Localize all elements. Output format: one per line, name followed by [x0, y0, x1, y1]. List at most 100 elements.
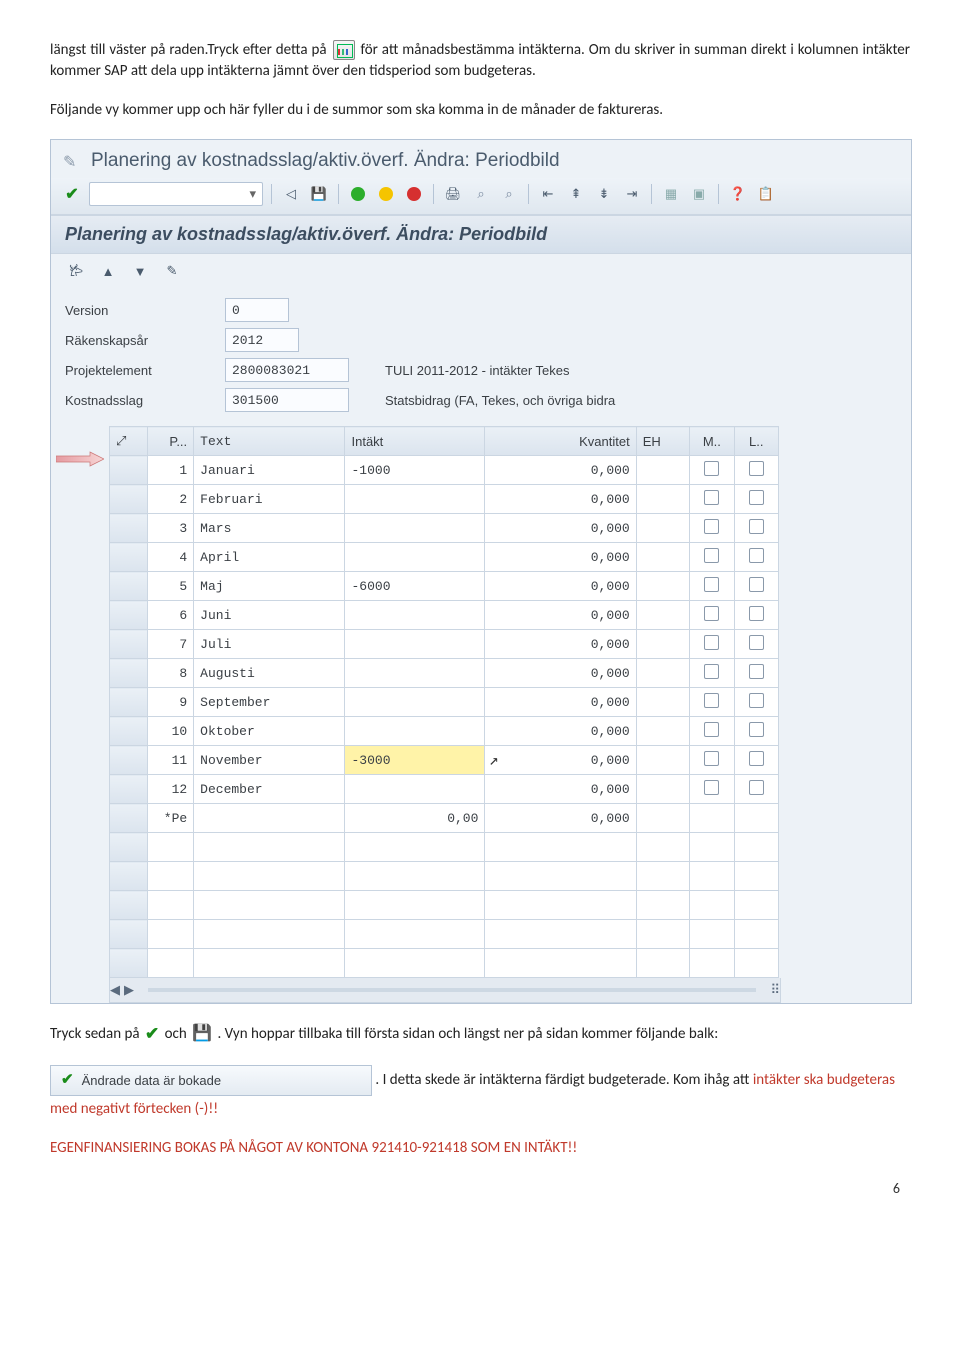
row-select[interactable] [110, 485, 148, 514]
table-row[interactable]: 9September0,000 [110, 688, 779, 717]
checkbox-icon[interactable] [749, 693, 764, 708]
checkbox-icon[interactable] [704, 548, 719, 563]
find-next-icon[interactable]: ⌕ [498, 183, 520, 205]
cell-l[interactable] [734, 572, 778, 601]
cell-m[interactable] [690, 717, 734, 746]
checkbox-icon[interactable] [704, 635, 719, 650]
kostnad-field[interactable] [225, 388, 349, 412]
cell-m[interactable] [690, 601, 734, 630]
cell-intakt[interactable]: -6000 [345, 572, 485, 601]
cell-kvant[interactable]: 0,000 [485, 775, 636, 804]
cell-intakt[interactable] [345, 659, 485, 688]
next-page-icon[interactable]: ⇟ [593, 183, 615, 205]
table-row[interactable]: 11November-30000,000 [110, 746, 779, 775]
cell-eh[interactable] [636, 659, 689, 688]
table-row[interactable]: 2Februari0,000 [110, 485, 779, 514]
print-icon[interactable]: 🖨 [442, 183, 464, 205]
cell-l[interactable] [734, 543, 778, 572]
cell-m[interactable] [690, 659, 734, 688]
cell-intakt[interactable]: -3000 [345, 746, 485, 775]
down-icon[interactable]: ▼ [129, 260, 151, 282]
cell-eh[interactable] [636, 746, 689, 775]
cell-intakt[interactable] [345, 688, 485, 717]
scroll-right-icon[interactable]: ▶ [124, 982, 134, 998]
row-select[interactable] [110, 601, 148, 630]
cell-l[interactable] [734, 688, 778, 717]
table-row[interactable]: 3Mars0,000 [110, 514, 779, 543]
checkbox-icon[interactable] [749, 751, 764, 766]
row-select[interactable] [110, 630, 148, 659]
cell-kvant[interactable]: 0,000 [485, 543, 636, 572]
col-eh[interactable]: EH [636, 427, 689, 456]
cell-eh[interactable] [636, 804, 689, 833]
col-l[interactable]: L.. [734, 427, 778, 456]
nav-green-icon[interactable] [347, 183, 369, 205]
table-row[interactable]: *Pe0,000,000 [110, 804, 779, 833]
cell-kvant[interactable]: 0,000 [485, 804, 636, 833]
cell-l[interactable] [734, 630, 778, 659]
projekt-field[interactable] [225, 358, 349, 382]
col-intakt[interactable]: Intäkt [345, 427, 485, 456]
nav-yellow-icon[interactable] [375, 183, 397, 205]
checkbox-icon[interactable] [704, 490, 719, 505]
checkbox-icon[interactable] [704, 751, 719, 766]
layout-alt-icon[interactable]: ▣ [688, 183, 710, 205]
checkbox-icon[interactable] [749, 635, 764, 650]
checkbox-icon[interactable] [704, 577, 719, 592]
cell-l[interactable] [734, 514, 778, 543]
last-page-icon[interactable]: ⇥ [621, 183, 643, 205]
person-icon[interactable]: 𐂂 [65, 260, 87, 282]
col-select-header[interactable]: ⤢ [110, 427, 148, 456]
cell-l[interactable] [734, 746, 778, 775]
checkbox-icon[interactable] [749, 722, 764, 737]
cell-m[interactable] [690, 543, 734, 572]
cell-l[interactable] [734, 804, 778, 833]
cell-m[interactable] [690, 746, 734, 775]
help-icon[interactable]: ❓ [727, 183, 749, 205]
save-icon[interactable]: 💾 [308, 183, 330, 205]
cell-l[interactable] [734, 456, 778, 485]
table-row[interactable]: 12December0,000 [110, 775, 779, 804]
checkbox-icon[interactable] [749, 664, 764, 679]
table-row[interactable]: 7Juli0,000 [110, 630, 779, 659]
row-select[interactable] [110, 746, 148, 775]
cell-m[interactable] [690, 630, 734, 659]
scroll-left-icon[interactable]: ◀ [110, 982, 120, 998]
cell-kvant[interactable]: 0,000 [485, 717, 636, 746]
cell-l[interactable] [734, 659, 778, 688]
cell-l[interactable] [734, 601, 778, 630]
cell-eh[interactable] [636, 775, 689, 804]
row-select[interactable] [110, 572, 148, 601]
cell-m[interactable] [690, 456, 734, 485]
year-field[interactable] [225, 328, 299, 352]
find-icon[interactable]: ⌕ [470, 183, 492, 205]
cell-eh[interactable] [636, 572, 689, 601]
layout-icon[interactable]: ▦ [660, 183, 682, 205]
row-select[interactable] [110, 659, 148, 688]
back-icon[interactable]: ◁ [280, 183, 302, 205]
row-select[interactable] [110, 717, 148, 746]
cell-intakt[interactable] [345, 601, 485, 630]
checkbox-icon[interactable] [704, 693, 719, 708]
check-icon[interactable]: ✔ [61, 183, 83, 205]
table-row[interactable]: 5Maj-60000,000 [110, 572, 779, 601]
checkbox-icon[interactable] [704, 519, 719, 534]
cell-kvant[interactable]: 0,000 [485, 601, 636, 630]
cell-m[interactable] [690, 514, 734, 543]
cell-kvant[interactable]: 0,000 [485, 456, 636, 485]
checkbox-icon[interactable] [749, 577, 764, 592]
col-m[interactable]: M.. [690, 427, 734, 456]
table-horizontal-scroll[interactable]: ◀ ▶ ⠿ [109, 978, 781, 1003]
cell-l[interactable] [734, 775, 778, 804]
checkbox-icon[interactable] [749, 548, 764, 563]
checkbox-icon[interactable] [749, 490, 764, 505]
checkbox-icon[interactable] [749, 461, 764, 476]
first-page-icon[interactable]: ⇤ [537, 183, 559, 205]
version-field[interactable] [225, 298, 289, 322]
prev-page-icon[interactable]: ⇞ [565, 183, 587, 205]
table-row[interactable]: 4April0,000 [110, 543, 779, 572]
cell-eh[interactable] [636, 601, 689, 630]
col-kvant[interactable]: Kvantitet [485, 427, 636, 456]
checkbox-icon[interactable] [749, 606, 764, 621]
col-period[interactable]: P... [147, 427, 194, 456]
